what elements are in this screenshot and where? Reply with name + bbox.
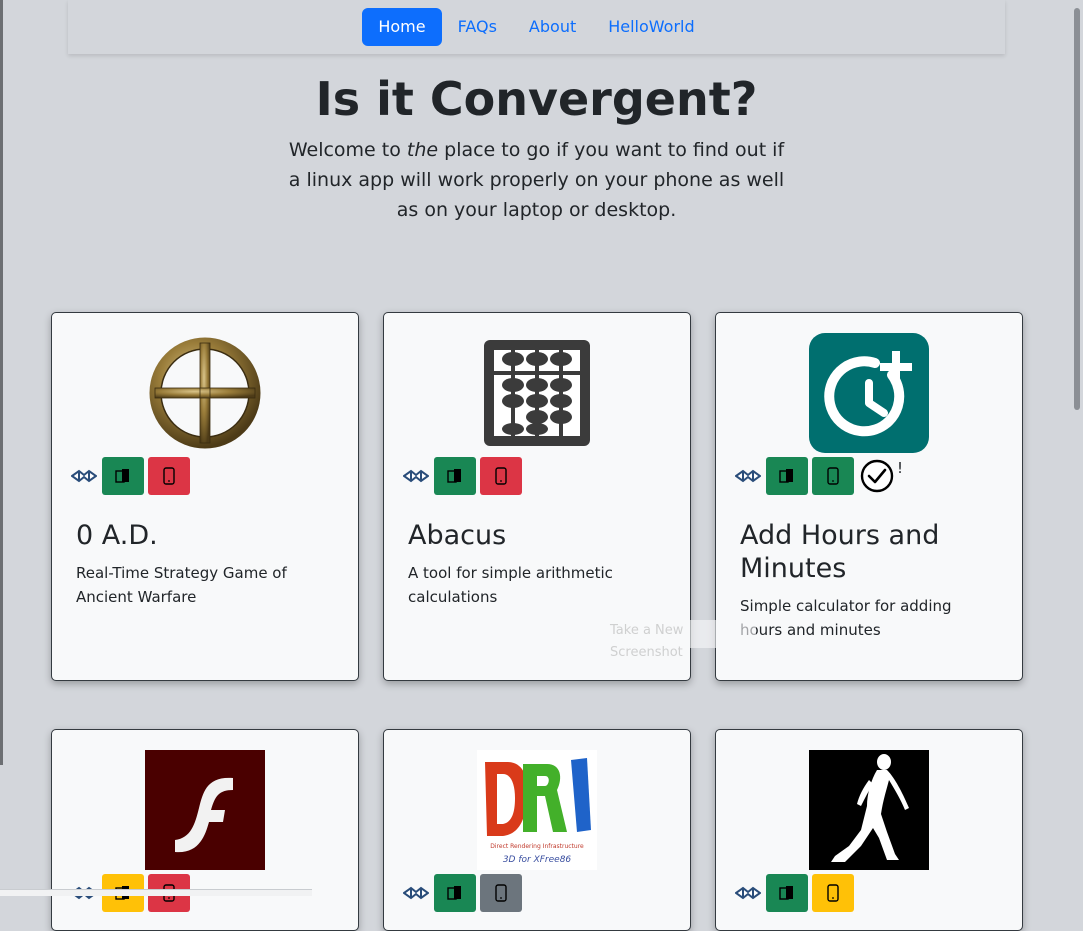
compat-badges bbox=[70, 457, 190, 495]
nav-faqs[interactable]: FAQs bbox=[442, 8, 513, 46]
screenshot-tooltip: Take a New Screenshot bbox=[604, 620, 756, 660]
flatpak-icon bbox=[402, 462, 430, 490]
flatpak-icon bbox=[70, 462, 98, 490]
mobile-badge[interactable] bbox=[812, 457, 854, 495]
zero-ad-logo-icon bbox=[145, 333, 265, 453]
abacus-icon bbox=[477, 333, 597, 453]
app-card[interactable] bbox=[715, 729, 1023, 931]
scrollbar[interactable] bbox=[1074, 8, 1080, 410]
app-card[interactable] bbox=[51, 729, 359, 931]
compat-badges bbox=[734, 874, 854, 912]
nav-about[interactable]: About bbox=[513, 8, 592, 46]
clock-plus-icon bbox=[809, 333, 929, 453]
intro-text-start: Welcome to bbox=[288, 139, 407, 161]
card-title[interactable]: 0 A.D. bbox=[76, 519, 338, 552]
card-description: Simple calculator for adding hours and m… bbox=[740, 597, 952, 639]
compat-badges bbox=[402, 457, 522, 495]
flatpak-icon bbox=[734, 462, 762, 490]
card-description: Real-Time Strategy Game of Ancient Warfa… bbox=[76, 564, 287, 606]
verified-badge: ! bbox=[860, 459, 903, 493]
flatpak-icon bbox=[734, 879, 762, 907]
card-description: A tool for simple arithmetic calculation… bbox=[408, 564, 613, 606]
svg-text:3D for XFree86: 3D for XFree86 bbox=[503, 855, 572, 865]
dri-logo-icon: Direct Rendering Infrastructure 3D for X… bbox=[477, 750, 597, 870]
flash-icon bbox=[145, 750, 265, 870]
compat-badges: ! bbox=[734, 457, 903, 495]
mobile-badge[interactable] bbox=[812, 874, 854, 912]
svg-text:Direct Rendering Infrastructur: Direct Rendering Infrastructure bbox=[490, 843, 584, 850]
nav-home[interactable]: Home bbox=[362, 8, 442, 46]
card-title[interactable]: Add Hours and Minutes bbox=[740, 519, 1002, 585]
desktop-badge[interactable] bbox=[766, 874, 808, 912]
intro-text-emphasis: the bbox=[406, 139, 439, 161]
walking-figure-icon bbox=[809, 750, 929, 870]
verified-note: ! bbox=[897, 459, 904, 477]
page-title: Is it Convergent? bbox=[315, 72, 758, 126]
app-card[interactable]: Direct Rendering Infrastructure 3D for X… bbox=[383, 729, 691, 931]
checkmark-circle-icon bbox=[860, 459, 894, 493]
intro-text: Welcome to the place to go if you want t… bbox=[284, 135, 789, 225]
app-card[interactable]: 0 A.D. Real-Time Strategy Game of Ancien… bbox=[51, 312, 359, 681]
app-card[interactable]: ! Add Hours and Minutes Simple calculato… bbox=[715, 312, 1023, 681]
compat-badges bbox=[402, 874, 522, 912]
flatpak-icon bbox=[402, 879, 430, 907]
mobile-badge[interactable] bbox=[148, 457, 190, 495]
desktop-badge[interactable] bbox=[434, 874, 476, 912]
desktop-badge[interactable] bbox=[434, 457, 476, 495]
mobile-badge[interactable] bbox=[480, 874, 522, 912]
desktop-badge[interactable] bbox=[102, 457, 144, 495]
desktop-badge[interactable] bbox=[766, 457, 808, 495]
nav-helloworld[interactable]: HelloWorld bbox=[592, 8, 710, 46]
card-title[interactable]: Abacus bbox=[408, 519, 670, 552]
mobile-badge[interactable] bbox=[480, 457, 522, 495]
navbar: Home FAQs About HelloWorld bbox=[68, 0, 1005, 54]
